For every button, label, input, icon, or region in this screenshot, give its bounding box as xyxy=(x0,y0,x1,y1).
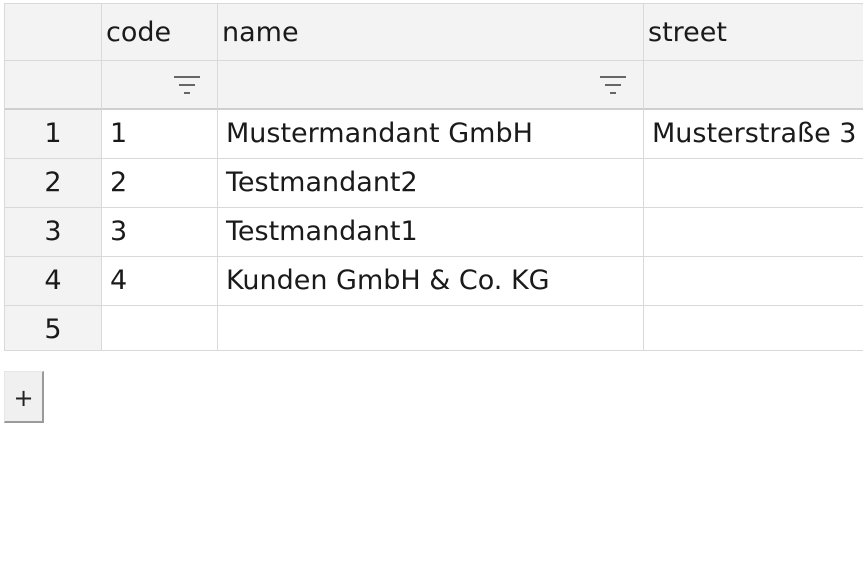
table-cell-code[interactable] xyxy=(102,306,218,351)
column-header-street[interactable]: street xyxy=(644,3,863,61)
column-header-name[interactable]: name xyxy=(218,3,644,61)
cell-value: 3 xyxy=(110,216,128,247)
filter-row-corner xyxy=(4,61,102,110)
row-number-cell[interactable]: 3 xyxy=(4,208,102,257)
table-cell-name[interactable]: Mustermandant GmbH xyxy=(218,110,644,159)
filter-cell-name[interactable] xyxy=(218,61,644,110)
filter-cell-street[interactable] xyxy=(644,61,863,110)
cell-value: Testmandant2 xyxy=(226,167,418,198)
cell-value: Mustermandant GmbH xyxy=(226,118,533,149)
table-cell-street[interactable]: Musterstraße 3 xyxy=(644,110,863,159)
row-number-cell[interactable]: 5 xyxy=(4,306,102,351)
row-number: 3 xyxy=(44,216,62,247)
filter-icon[interactable] xyxy=(600,74,626,96)
table-cell-street[interactable] xyxy=(644,306,863,351)
table-cell-name[interactable]: Kunden GmbH & Co. KG xyxy=(218,257,644,306)
data-grid: code name street 1 1 Mustermandant GmbH … xyxy=(4,3,863,351)
cell-value: 1 xyxy=(110,118,128,149)
corner-header-cell xyxy=(4,3,102,61)
row-number-cell[interactable]: 1 xyxy=(4,110,102,159)
column-header-label: name xyxy=(222,17,299,48)
cell-value: Musterstraße 3 xyxy=(652,118,857,149)
table-cell-name[interactable]: Testmandant2 xyxy=(218,159,644,208)
column-header-code[interactable]: code xyxy=(102,3,218,61)
row-number-cell[interactable]: 2 xyxy=(4,159,102,208)
table-cell-name[interactable] xyxy=(218,306,644,351)
cell-value: Testmandant1 xyxy=(226,216,418,247)
table-cell-street[interactable] xyxy=(644,159,863,208)
row-number-cell[interactable]: 4 xyxy=(4,257,102,306)
column-header-label: street xyxy=(648,17,727,48)
filter-icon[interactable] xyxy=(174,74,200,96)
table-cell-name[interactable]: Testmandant1 xyxy=(218,208,644,257)
row-number: 4 xyxy=(44,265,62,296)
row-number: 2 xyxy=(44,167,62,198)
table-cell-code[interactable]: 1 xyxy=(102,110,218,159)
cell-value: Kunden GmbH & Co. KG xyxy=(226,265,550,296)
filter-cell-code[interactable] xyxy=(102,61,218,110)
cell-value: 2 xyxy=(110,167,128,198)
table-cell-code[interactable]: 4 xyxy=(102,257,218,306)
table-cell-street[interactable] xyxy=(644,208,863,257)
table-cell-street[interactable] xyxy=(644,257,863,306)
row-number: 5 xyxy=(44,314,62,345)
row-number: 1 xyxy=(44,118,62,149)
cell-value: 4 xyxy=(110,265,128,296)
add-row-button[interactable]: + xyxy=(4,371,44,423)
column-header-label: code xyxy=(106,17,172,48)
table-cell-code[interactable]: 2 xyxy=(102,159,218,208)
table-cell-code[interactable]: 3 xyxy=(102,208,218,257)
